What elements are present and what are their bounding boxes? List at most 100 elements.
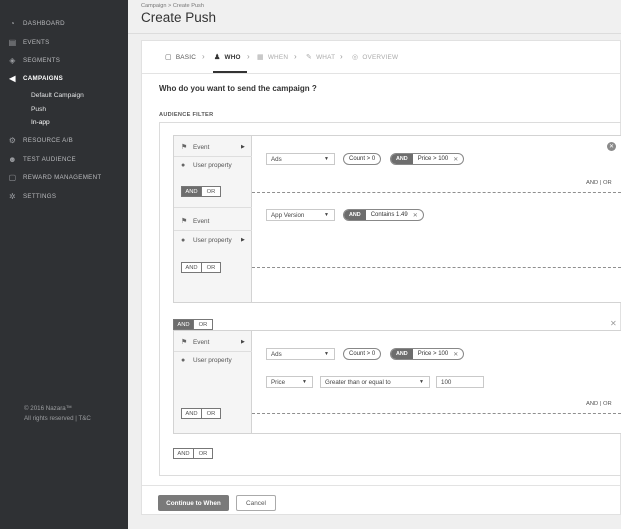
- test-audience-icon: ☻: [8, 154, 17, 164]
- sidebar-item-resource-ab[interactable]: ⚙ RESOURCE A/B: [8, 134, 73, 146]
- sidebar-item-segments[interactable]: ◈ SEGMENTS: [8, 54, 60, 66]
- type-event[interactable]: ⚑ Event ▶: [181, 336, 245, 348]
- or-option[interactable]: OR: [201, 187, 220, 196]
- step-who[interactable]: ♟ WHO: [214, 53, 241, 62]
- chevron-right-icon: ›: [202, 52, 205, 61]
- and-or-toggle[interactable]: AND OR: [181, 262, 221, 273]
- resource-icon: ⚙: [8, 135, 17, 145]
- flag-icon: ⚑: [181, 218, 188, 225]
- user-icon: ●: [181, 236, 186, 244]
- property-select[interactable]: Price ▼: [266, 376, 313, 388]
- and-or-link[interactable]: AND | OR: [586, 180, 612, 186]
- dashboard-icon: ◔: [9, 18, 16, 28]
- close-icon[interactable]: ✕: [610, 319, 617, 328]
- add-group-and-or-toggle[interactable]: AND OR: [173, 448, 213, 459]
- caret-down-icon: ▼: [324, 351, 329, 357]
- sidebar-subitem-push[interactable]: Push: [31, 106, 46, 113]
- row-divider: [174, 351, 252, 352]
- caret-down-icon: ▼: [324, 212, 329, 218]
- create-push-panel: ▢ BASIC › ♟ WHO › ▦ WHEN › ✎ WHAT › ◎ OVERVIE…: [141, 40, 621, 515]
- step-overview[interactable]: ◎ OVERVIEW: [352, 53, 398, 62]
- overview-icon: ◎: [352, 54, 359, 61]
- events-icon: ▤: [8, 37, 17, 47]
- group-and-or-toggle[interactable]: AND OR: [173, 319, 213, 330]
- type-user-property[interactable]: ● User property: [181, 159, 232, 171]
- and-or-toggle[interactable]: AND OR: [181, 408, 221, 419]
- remove-icon[interactable]: ✕: [453, 351, 463, 358]
- or-option[interactable]: OR: [201, 409, 220, 418]
- chevron-right-icon: ›: [294, 52, 297, 61]
- remove-icon[interactable]: ✕: [453, 156, 463, 163]
- sidebar-item-test-audience[interactable]: ☻ TEST AUDIENCE: [8, 153, 76, 165]
- value-input[interactable]: 100: [436, 376, 484, 388]
- continue-button[interactable]: Continue to When: [158, 495, 229, 511]
- type-user-property[interactable]: ● User property: [181, 354, 232, 366]
- and-option[interactable]: AND: [174, 320, 193, 329]
- footer-divider: [142, 485, 620, 486]
- type-user-property[interactable]: ● User property ▶: [181, 234, 245, 246]
- step-basic[interactable]: ▢ BASIC: [165, 53, 196, 62]
- caret-right-icon: ▶: [241, 339, 245, 345]
- caret-down-icon: ▼: [419, 379, 424, 385]
- caret-right-icon: ▶: [241, 237, 245, 243]
- chevron-right-icon: ›: [247, 52, 250, 61]
- sidebar: ◔ DASHBOARD ▤ EVENTS ◈ SEGMENTS ◀ CAMPAIGNS …: [0, 0, 128, 529]
- row-divider: [174, 230, 252, 231]
- copyright: © 2016 Nazara™ All rights reserved | T&C: [24, 405, 91, 422]
- condition-pill[interactable]: AND Price > 100 ✕: [390, 153, 465, 165]
- or-option[interactable]: OR: [193, 320, 212, 329]
- close-group-icon[interactable]: ✕: [607, 142, 616, 151]
- operator-select[interactable]: Greater than or equal to ▼: [320, 376, 430, 388]
- dashed-separator: [252, 413, 621, 414]
- condition-pill[interactable]: AND Price > 100 ✕: [390, 348, 465, 360]
- segments-icon: ◈: [9, 55, 16, 65]
- count-pill[interactable]: Count > 0: [343, 153, 382, 165]
- sidebar-item-dashboard[interactable]: ◔ DASHBOARD: [8, 17, 65, 29]
- page-title: Create Push: [141, 10, 217, 25]
- calendar-icon: ▦: [257, 54, 264, 61]
- or-option[interactable]: OR: [201, 263, 220, 272]
- who-question: Who do you want to send the campaign ?: [159, 84, 317, 93]
- dashed-separator: [252, 267, 621, 268]
- reward-icon: ▢: [8, 172, 17, 182]
- condition-pill[interactable]: AND Contains 1.49 ✕: [343, 209, 424, 221]
- filter-type-column: ⚑ Event ▶ ● User property AND OR ⚑ Event ● Use…: [174, 136, 252, 302]
- filter-group-2: ⚑ Event ▶ ● User property AND OR Ads ▼ Count …: [173, 330, 621, 434]
- and-or-link[interactable]: AND | OR: [586, 401, 612, 407]
- active-step-underline: [213, 71, 247, 73]
- dashed-separator: [252, 192, 621, 193]
- type-event[interactable]: ⚑ Event: [181, 215, 209, 227]
- settings-icon: ✲: [8, 191, 16, 201]
- step-what[interactable]: ✎ WHAT: [306, 53, 335, 62]
- breadcrumb: Campaign > Create Push: [141, 3, 204, 9]
- event-select[interactable]: Ads ▼: [266, 153, 335, 165]
- cancel-button[interactable]: Cancel: [236, 495, 276, 511]
- audience-filter-label: AUDIENCE FILTER: [159, 112, 214, 118]
- filter-type-column: ⚑ Event ▶ ● User property AND OR: [174, 331, 252, 433]
- and-option[interactable]: AND: [182, 187, 201, 196]
- page-header: Campaign > Create Push Create Push: [128, 0, 621, 34]
- step-when[interactable]: ▦ WHEN: [257, 53, 288, 62]
- type-event[interactable]: ⚑ Event ▶: [181, 141, 245, 153]
- sidebar-subitem-in-app[interactable]: In-app: [31, 119, 50, 126]
- and-option[interactable]: AND: [182, 409, 201, 418]
- user-icon: ●: [181, 356, 186, 364]
- audience-filter: ⚑ Event ▶ ● User property AND OR ⚑ Event ● Use…: [159, 122, 621, 476]
- and-option[interactable]: AND: [182, 263, 201, 272]
- or-option[interactable]: OR: [193, 449, 212, 458]
- sidebar-item-events[interactable]: ▤ EVENTS: [8, 36, 50, 48]
- caret-down-icon: ▼: [324, 156, 329, 162]
- sidebar-item-campaigns[interactable]: ◀ CAMPAIGNS: [8, 72, 63, 84]
- sidebar-item-reward-management[interactable]: ▢ REWARD MANAGEMENT: [8, 171, 102, 183]
- count-pill[interactable]: Count > 0: [343, 348, 382, 360]
- and-or-toggle[interactable]: AND OR: [181, 186, 221, 197]
- property-select[interactable]: App Version ▼: [266, 209, 335, 221]
- flag-icon: ⚑: [181, 339, 188, 346]
- event-select[interactable]: Ads ▼: [266, 348, 335, 360]
- chevron-right-icon: ›: [340, 52, 343, 61]
- and-option[interactable]: AND: [174, 449, 193, 458]
- sidebar-item-settings[interactable]: ✲ SETTINGS: [8, 190, 56, 202]
- sidebar-subitem-default-campaign[interactable]: Default Campaign: [31, 92, 84, 99]
- remove-icon[interactable]: ✕: [413, 212, 423, 219]
- caret-down-icon: ▼: [302, 379, 307, 385]
